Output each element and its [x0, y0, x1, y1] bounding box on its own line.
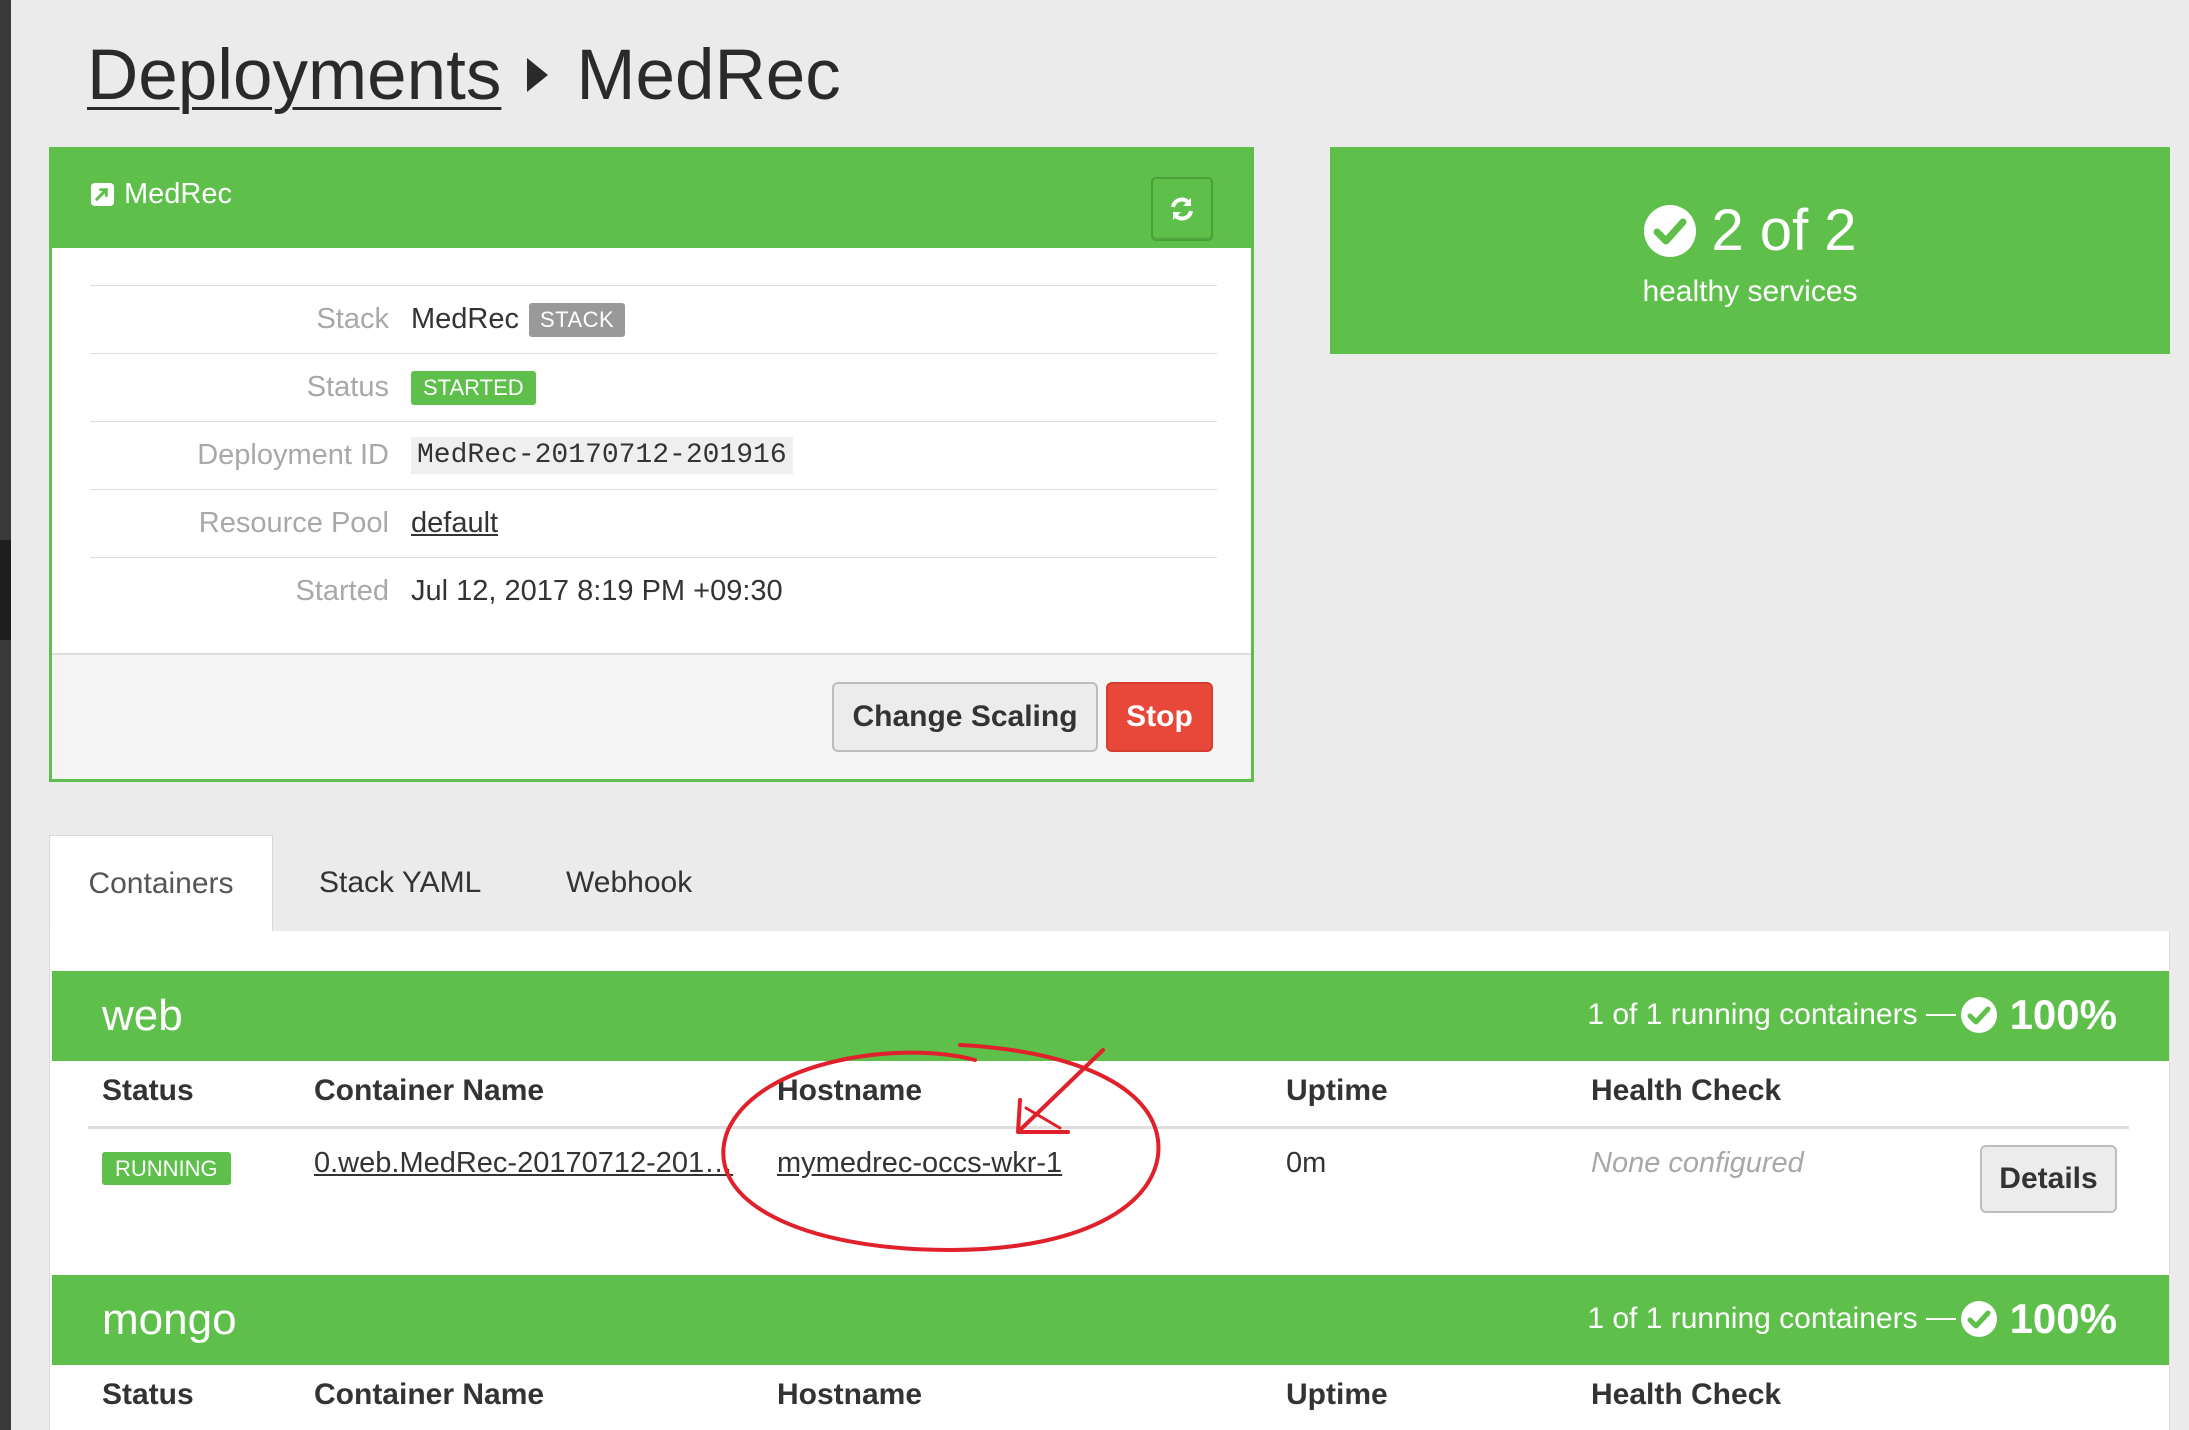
info-label: Status: [306, 371, 389, 403]
resource-pool-link[interactable]: default: [411, 507, 498, 540]
health-count: 2 of 2: [1711, 198, 1857, 263]
info-row-stack: Stack MedRec STACK: [90, 286, 1217, 354]
running-containers-text: 1 of 1 running containers: [1587, 998, 1918, 1031]
details-button[interactable]: Details: [1980, 1145, 2117, 1213]
info-row-status: Status STARTED: [90, 354, 1217, 422]
deployment-id: MedRec-20170712-201916: [411, 437, 793, 474]
refresh-icon: [1171, 197, 1193, 221]
info-label: Stack: [316, 303, 389, 335]
health-count-row: 2 of 2: [1330, 197, 2170, 264]
table-divider: [88, 1126, 2129, 1129]
change-scaling-button[interactable]: Change Scaling: [832, 682, 1098, 752]
deployment-panel: MedRec Stack MedRec STACK Status STARTED: [49, 147, 1254, 782]
service-header-web: web 1 of 1 running containers 100%: [52, 971, 2169, 1061]
info-row-started: Started Jul 12, 2017 8:19 PM +09:30: [90, 558, 1217, 625]
column-header-status: Status: [102, 1378, 194, 1411]
external-link-icon: [90, 182, 115, 207]
info-value: MedRec STACK: [411, 302, 626, 337]
health-summary: 2 of 2 healthy services: [1330, 147, 2170, 354]
tab-stack-yaml[interactable]: Stack YAML: [319, 835, 481, 931]
refresh-button[interactable]: [1151, 177, 1213, 241]
column-header-uptime: Uptime: [1286, 1074, 1388, 1107]
column-header-hostname: Hostname: [777, 1378, 923, 1411]
status-badge: STARTED: [411, 370, 536, 405]
uptime-cell: 0m: [1286, 1147, 1327, 1179]
container-name-link[interactable]: 0.web.MedRec-20170712-201…: [314, 1147, 733, 1179]
containers-pane: web 1 of 1 running containers 100% Statu…: [49, 931, 2170, 1430]
info-row-resource-pool: Resource Pool default: [90, 490, 1217, 558]
panel-title: MedRec: [90, 178, 232, 211]
hostname-cell: mymedrec-occs-wkr-1: [777, 1147, 1062, 1180]
check-circle-icon: [1644, 204, 1697, 257]
service-status: 1 of 1 running containers 100%: [1587, 991, 2117, 1039]
column-header-hostname: Hostname: [777, 1074, 923, 1107]
service-name: web: [102, 991, 183, 1040]
breadcrumb: Deployments MedRec: [87, 30, 841, 120]
health-check-cell: None configured: [1591, 1147, 1804, 1179]
check-circle-icon: [1960, 1301, 1997, 1337]
separator-line: [1925, 1014, 1956, 1016]
stop-button[interactable]: Stop: [1106, 682, 1213, 752]
table-row: RUNNING: [102, 1151, 231, 1185]
tab-bar: Containers Stack YAML Webhook: [49, 835, 2170, 932]
window-edge: [0, 0, 11, 1430]
column-header-status: Status: [102, 1074, 194, 1107]
tab-containers[interactable]: Containers: [49, 835, 273, 932]
column-header-uptime: Uptime: [1286, 1378, 1388, 1411]
column-header-container-name: Container Name: [314, 1074, 545, 1107]
info-value: default: [411, 507, 498, 540]
running-percent: 100%: [2009, 991, 2117, 1038]
hostname-link[interactable]: mymedrec-occs-wkr-1: [777, 1147, 1062, 1179]
running-badge: RUNNING: [102, 1152, 231, 1185]
started-time: Jul 12, 2017 8:19 PM +09:30: [411, 575, 783, 607]
deployment-info-table: Stack MedRec STACK Status STARTED Deploy…: [90, 285, 1217, 625]
info-label: Started: [295, 575, 390, 607]
info-label: Resource Pool: [198, 507, 389, 539]
tab-webhook[interactable]: Webhook: [566, 835, 692, 931]
column-header-health-check: Health Check: [1591, 1378, 1782, 1411]
separator-line: [1925, 1318, 1956, 1320]
breadcrumb-deployments-link[interactable]: Deployments: [87, 35, 501, 116]
stack-name: MedRec: [411, 303, 519, 335]
service-status: 1 of 1 running containers 100%: [1587, 1295, 2117, 1343]
window-edge-marker: [0, 540, 11, 640]
service-header-mongo: mongo 1 of 1 running containers 100%: [52, 1275, 2169, 1365]
info-label: Deployment ID: [197, 439, 389, 471]
panel-title-text: MedRec: [124, 178, 232, 210]
info-value: MedRec-20170712-201916: [411, 437, 793, 474]
running-percent: 100%: [2009, 1295, 2117, 1342]
panel-header: MedRec: [52, 150, 1251, 248]
info-row-deployment-id: Deployment ID MedRec-20170712-201916: [90, 422, 1217, 490]
stack-badge: STACK: [529, 302, 626, 337]
column-header-health-check: Health Check: [1591, 1074, 1782, 1107]
container-name-cell: 0.web.MedRec-20170712-201…: [314, 1147, 733, 1180]
check-circle-icon: [1960, 997, 1997, 1033]
info-value: STARTED: [411, 370, 536, 405]
column-header-container-name: Container Name: [314, 1378, 545, 1411]
caret-right-icon: [527, 58, 549, 92]
page-title: MedRec: [576, 35, 841, 115]
panel-footer: Change Scaling Stop: [52, 653, 1251, 779]
info-value: Jul 12, 2017 8:19 PM +09:30: [411, 575, 783, 608]
health-label: healthy services: [1642, 275, 1858, 308]
service-name: mongo: [102, 1295, 237, 1344]
running-containers-text: 1 of 1 running containers: [1587, 1302, 1918, 1335]
